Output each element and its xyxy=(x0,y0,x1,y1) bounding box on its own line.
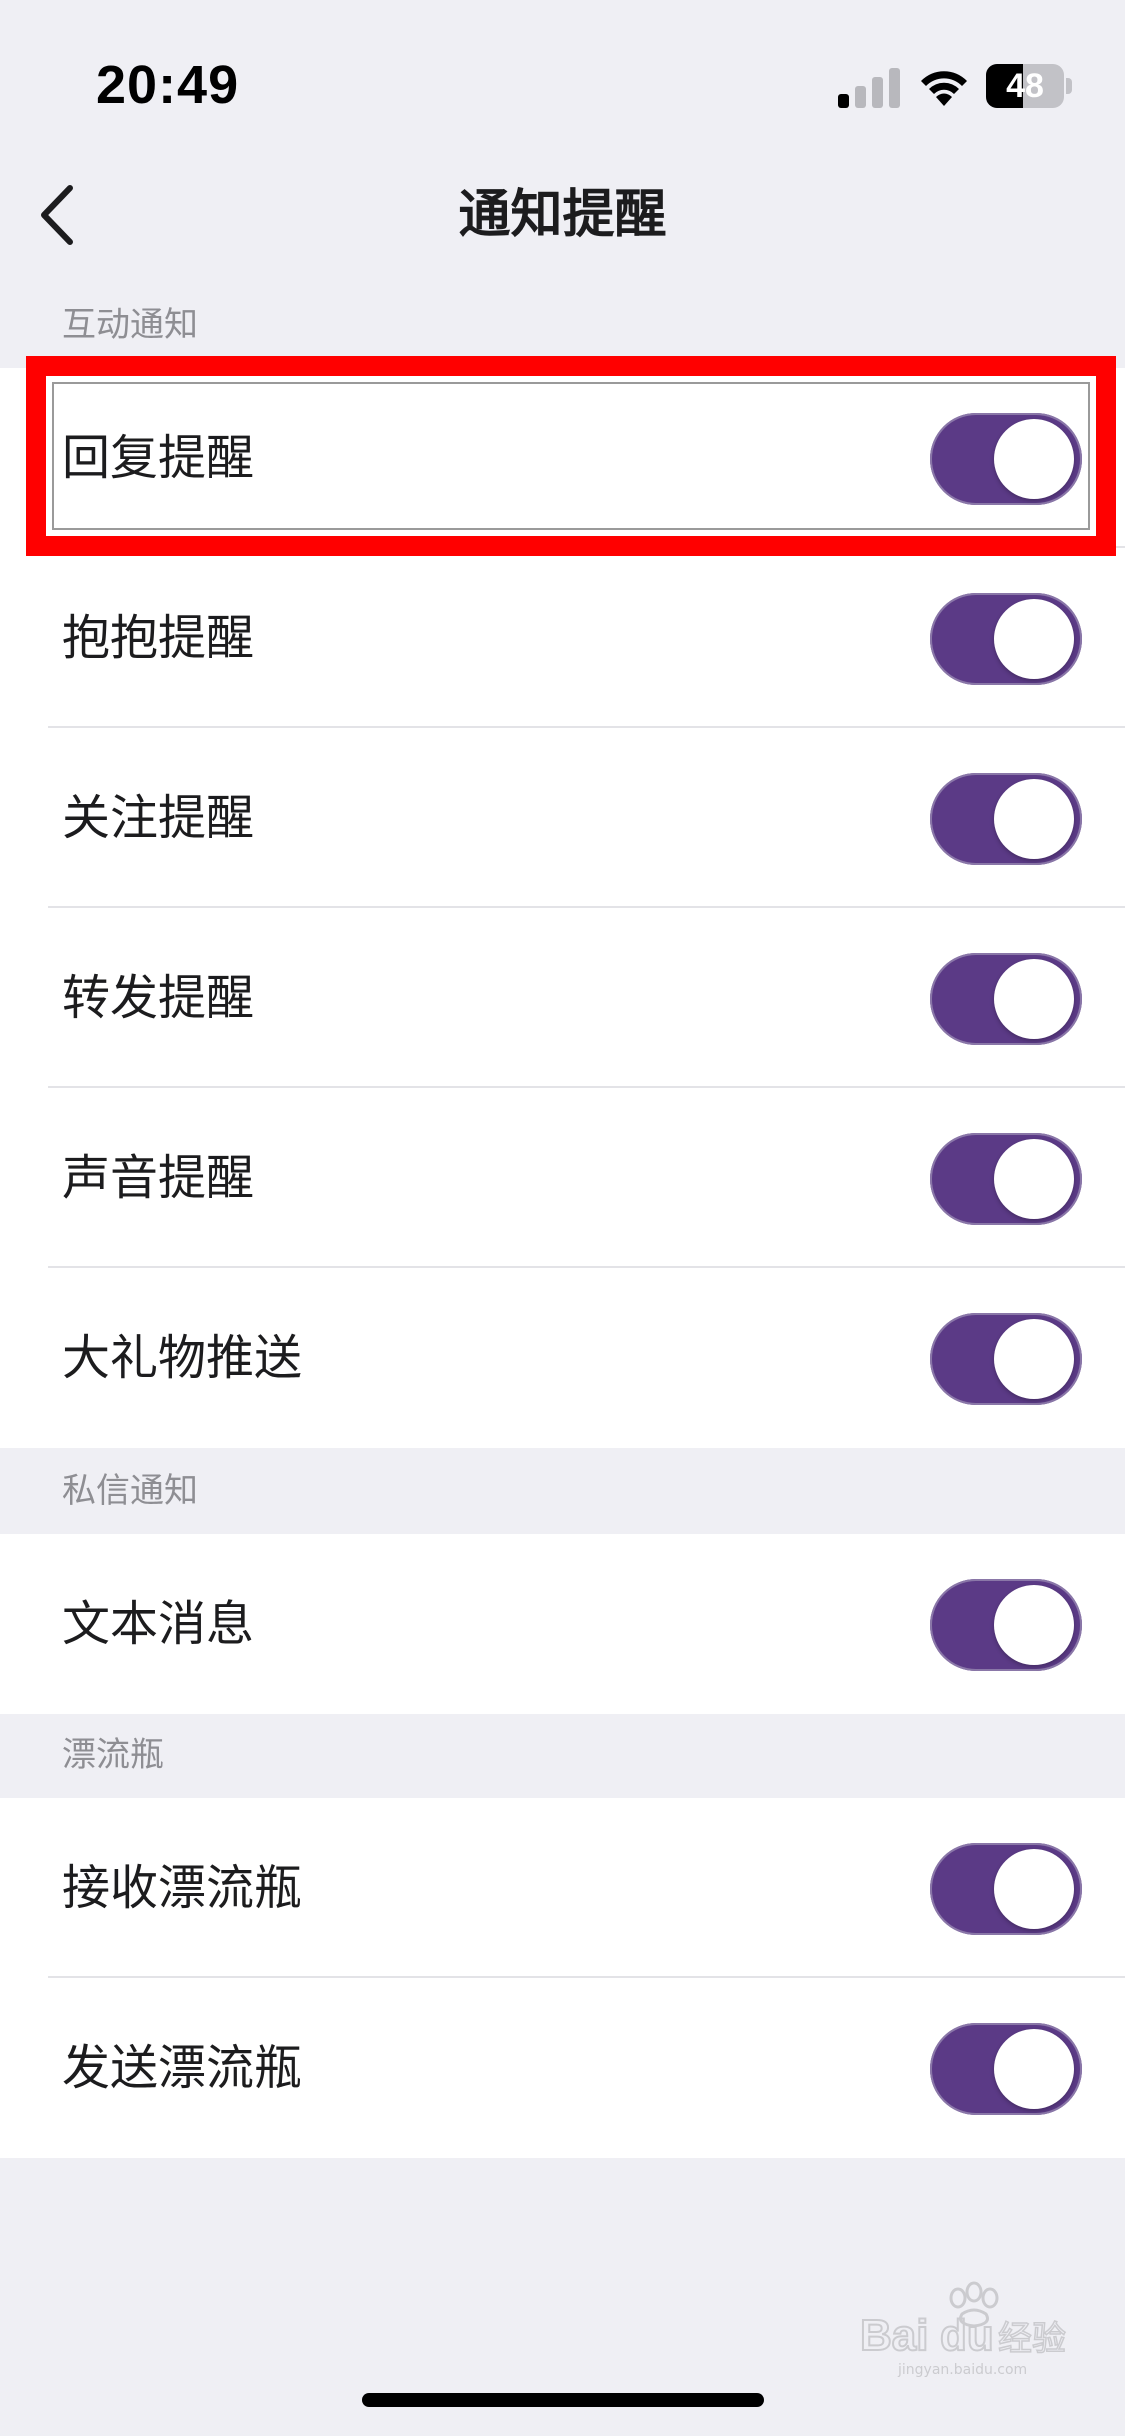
row-label: 关注提醒 xyxy=(62,790,255,846)
row-follow-reminder[interactable]: 关注提醒 xyxy=(0,728,1125,908)
row-label: 回复提醒 xyxy=(62,430,255,486)
toggle-receive-drift-bottle[interactable] xyxy=(930,1843,1082,1935)
row-repost-reminder[interactable]: 转发提醒 xyxy=(0,908,1125,1088)
row-label: 文本消息 xyxy=(62,1596,255,1652)
row-label: 接收漂流瓶 xyxy=(62,1860,303,1916)
toggle-knob xyxy=(994,2029,1074,2109)
toggle-repost-reminder[interactable] xyxy=(930,953,1082,1045)
battery-level: 48 xyxy=(1006,67,1044,105)
row-label: 发送漂流瓶 xyxy=(62,2040,303,2096)
section-header-private-message: 私信通知 xyxy=(62,1471,198,1511)
toggle-knob xyxy=(994,1585,1074,1665)
toggle-sound-reminder[interactable] xyxy=(930,1133,1082,1225)
svg-text:经验: 经验 xyxy=(998,2319,1066,2359)
nav-bar: 通知提醒 xyxy=(0,150,1125,280)
list-drift-bottle: 接收漂流瓶 发送漂流瓶 xyxy=(0,1798,1125,2158)
toggle-big-gift-push[interactable] xyxy=(930,1313,1082,1405)
toggle-knob xyxy=(994,779,1074,859)
row-send-drift-bottle[interactable]: 发送漂流瓶 xyxy=(0,1978,1125,2158)
row-big-gift-push[interactable]: 大礼物推送 xyxy=(0,1268,1125,1448)
page-title: 通知提醒 xyxy=(458,185,667,245)
wifi-icon xyxy=(916,64,972,108)
toggle-knob xyxy=(994,1139,1074,1219)
toggle-knob xyxy=(994,419,1074,499)
toggle-hug-reminder[interactable] xyxy=(930,593,1082,685)
toggle-knob xyxy=(994,1849,1074,1929)
row-label: 抱抱提醒 xyxy=(62,610,255,666)
svg-text:jingyan.baidu.com: jingyan.baidu.com xyxy=(897,2362,1027,2378)
status-bar: 20:49 48 xyxy=(0,0,1125,150)
home-indicator[interactable] xyxy=(362,2393,764,2407)
row-hug-reminder[interactable]: 抱抱提醒 xyxy=(0,548,1125,728)
list-interaction: 回复提醒 抱抱提醒 关注提醒 转发提醒 声音提醒 大礼物推送 xyxy=(0,368,1125,1448)
toggle-knob xyxy=(994,599,1074,679)
cellular-signal-icon xyxy=(838,66,900,108)
row-label: 声音提醒 xyxy=(62,1150,255,1206)
svg-text:du: du xyxy=(940,2311,994,2360)
toggle-reply-reminder[interactable] xyxy=(930,413,1082,505)
toggle-send-drift-bottle[interactable] xyxy=(930,2023,1082,2115)
toggle-follow-reminder[interactable] xyxy=(930,773,1082,865)
screen: 20:49 48 通知提醒 互动通知 回复提醒 抱抱提醒 关注提醒 转发提醒 声… xyxy=(0,0,1125,2436)
row-sound-reminder[interactable]: 声音提醒 xyxy=(0,1088,1125,1268)
row-reply-reminder[interactable]: 回复提醒 xyxy=(0,368,1125,548)
toggle-knob xyxy=(994,1319,1074,1399)
status-time: 20:49 xyxy=(96,55,240,115)
row-label: 转发提醒 xyxy=(62,970,255,1026)
baidu-jingyan-watermark-logo: Bai du 经验 jingyan.baidu.com xyxy=(858,2280,1078,2380)
toggle-knob xyxy=(994,959,1074,1039)
list-private-message: 文本消息 xyxy=(0,1534,1125,1714)
row-text-message[interactable]: 文本消息 xyxy=(0,1534,1125,1714)
section-header-drift-bottle: 漂流瓶 xyxy=(62,1735,164,1775)
row-label: 大礼物推送 xyxy=(62,1330,303,1386)
toggle-text-message[interactable] xyxy=(930,1579,1082,1671)
row-receive-drift-bottle[interactable]: 接收漂流瓶 xyxy=(0,1798,1125,1978)
svg-text:Bai: Bai xyxy=(860,2311,928,2360)
section-header-interaction: 互动通知 xyxy=(62,305,198,345)
battery-icon: 48 xyxy=(986,64,1072,108)
